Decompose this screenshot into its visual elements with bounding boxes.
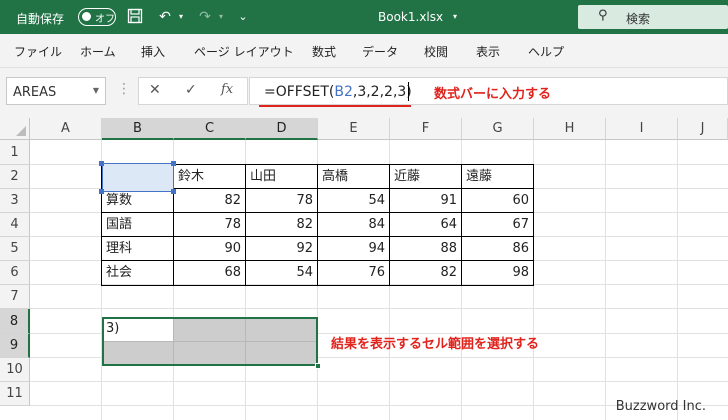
cancel-icon[interactable]: ✕ — [149, 82, 161, 98]
formula-buttons: ✕ ✓ fx — [138, 77, 248, 105]
name-box-value: AREAS — [13, 85, 57, 100]
value-cell[interactable]: 68 — [174, 261, 245, 285]
formula-bar: AREAS ▼ ⋮ ✕ ✓ fx =OFFSET(B2,3,2,2,3) 数式バ… — [0, 68, 728, 118]
formula-annotation: 数式バーに入力する — [434, 87, 552, 102]
undo-dropdown-icon[interactable]: ▾ — [172, 8, 190, 26]
gridline — [30, 381, 728, 382]
header-cell[interactable]: 鈴木 — [174, 165, 245, 189]
save-icon[interactable] — [126, 8, 144, 26]
tab-help[interactable]: ヘルプ — [528, 43, 564, 60]
tab-page-layout[interactable]: ページ レイアウト — [194, 43, 294, 60]
row-header-1[interactable]: 1 — [0, 140, 30, 165]
value-cell[interactable]: 84 — [318, 213, 389, 237]
row-header-2[interactable]: 2 — [0, 165, 30, 189]
row-header-11[interactable]: 11 — [0, 382, 30, 406]
col-header-j[interactable]: J — [678, 118, 728, 140]
header-cell[interactable]: 遠藤 — [462, 165, 533, 189]
value-cell[interactable]: 82 — [246, 213, 317, 237]
customize-toolbar-icon[interactable]: ⌄ — [234, 8, 252, 26]
autosave-toggle[interactable]: オフ — [78, 8, 116, 26]
row-header-3[interactable]: 3 — [0, 189, 30, 213]
gridline — [605, 140, 606, 420]
gridline — [30, 308, 728, 309]
selection-range[interactable] — [102, 317, 318, 366]
header-cell[interactable]: 近藤 — [390, 165, 461, 189]
fill-handle[interactable] — [315, 363, 321, 369]
tab-insert[interactable]: 挿入 — [141, 43, 165, 60]
tab-review[interactable]: 校閲 — [424, 43, 448, 60]
value-cell[interactable]: 86 — [462, 237, 533, 261]
search-box[interactable]: ⚲ 検索 — [578, 5, 728, 29]
range-annotation: 結果を表示するセル範囲を選択する — [331, 337, 540, 352]
row-header-6[interactable]: 6 — [0, 261, 30, 285]
formula-underline — [259, 105, 411, 107]
tab-data[interactable]: データ — [362, 43, 398, 60]
tab-home[interactable]: ホーム — [80, 43, 116, 60]
value-cell[interactable]: 88 — [390, 237, 461, 261]
enter-icon[interactable]: ✓ — [185, 82, 197, 98]
row-label-cell[interactable]: 国語 — [102, 213, 173, 237]
row-label-cell[interactable]: 社会 — [102, 261, 173, 285]
row-header-8[interactable]: 8 — [0, 309, 30, 334]
cell-b2-reference[interactable] — [102, 163, 174, 192]
insert-function-icon[interactable]: fx — [221, 82, 233, 97]
select-all-button[interactable] — [0, 118, 30, 140]
row-header-10[interactable]: 10 — [0, 358, 30, 382]
row-header-9[interactable]: 9 — [0, 334, 30, 358]
tab-formulas[interactable]: 数式 — [312, 43, 336, 60]
value-cell[interactable]: 78 — [174, 213, 245, 237]
row-header-5[interactable]: 5 — [0, 237, 30, 261]
filename-dropdown-icon[interactable]: ▾ — [446, 8, 464, 26]
tab-view[interactable]: 表示 — [476, 43, 500, 60]
ribbon-tabs: ファイル ホーム 挿入 ページ レイアウト 数式 データ 校閲 表示 ヘルプ — [0, 34, 728, 68]
header-cell[interactable]: 高橋 — [318, 165, 389, 189]
text-caret — [408, 82, 409, 101]
autosave-label: 自動保存 — [16, 12, 65, 26]
col-header-e[interactable]: E — [318, 118, 390, 140]
value-cell[interactable]: 64 — [390, 213, 461, 237]
watermark: Buzzword Inc. — [615, 399, 706, 414]
tab-file[interactable]: ファイル — [14, 43, 62, 60]
col-header-h[interactable]: H — [534, 118, 606, 140]
value-cell[interactable]: 92 — [246, 237, 317, 261]
file-name[interactable]: Book1.xlsx — [378, 10, 443, 24]
more-options-icon[interactable]: ⋮ — [117, 82, 131, 96]
col-header-i[interactable]: I — [606, 118, 678, 140]
col-header-c[interactable]: C — [174, 118, 246, 140]
redo-dropdown-icon[interactable]: ▾ — [212, 8, 230, 26]
toggle-label: オフ — [95, 14, 115, 25]
value-cell[interactable]: 60 — [462, 189, 533, 213]
toggle-knob — [82, 12, 91, 21]
ref-handle[interactable] — [99, 161, 104, 166]
value-cell[interactable]: 76 — [318, 261, 389, 285]
formula-text: =OFFSET(B2,3,2,2,3) — [264, 84, 412, 100]
col-header-d[interactable]: D — [246, 118, 318, 140]
value-cell[interactable]: 82 — [174, 189, 245, 213]
row-header-4[interactable]: 4 — [0, 213, 30, 237]
value-cell[interactable]: 67 — [462, 213, 533, 237]
name-box-dropdown-icon[interactable]: ▼ — [93, 86, 99, 95]
value-cell[interactable]: 94 — [318, 237, 389, 261]
gridline — [677, 140, 678, 420]
col-header-g[interactable]: G — [462, 118, 534, 140]
header-cell[interactable]: 山田 — [246, 165, 317, 189]
value-cell[interactable]: 54 — [318, 189, 389, 213]
row-header-7[interactable]: 7 — [0, 285, 30, 309]
value-cell[interactable]: 78 — [246, 189, 317, 213]
value-cell[interactable]: 91 — [390, 189, 461, 213]
value-cell[interactable]: 90 — [174, 237, 245, 261]
value-cell[interactable]: 54 — [246, 261, 317, 285]
col-header-b[interactable]: B — [102, 118, 174, 140]
row-label-cell[interactable]: 理科 — [102, 237, 173, 261]
name-box[interactable]: AREAS ▼ — [6, 77, 106, 105]
search-icon: ⚲ — [598, 8, 608, 23]
search-label: 検索 — [626, 12, 651, 26]
value-cell[interactable]: 82 — [390, 261, 461, 285]
col-header-a[interactable]: A — [30, 118, 102, 140]
title-bar: 自動保存 オフ ↶ ▾ ↷ ▾ ⌄ Book1.xlsx ▾ ⚲ 検索 — [0, 0, 728, 34]
col-header-f[interactable]: F — [390, 118, 462, 140]
row-label-cell[interactable]: 算数 — [102, 189, 173, 213]
value-cell[interactable]: 98 — [462, 261, 533, 285]
